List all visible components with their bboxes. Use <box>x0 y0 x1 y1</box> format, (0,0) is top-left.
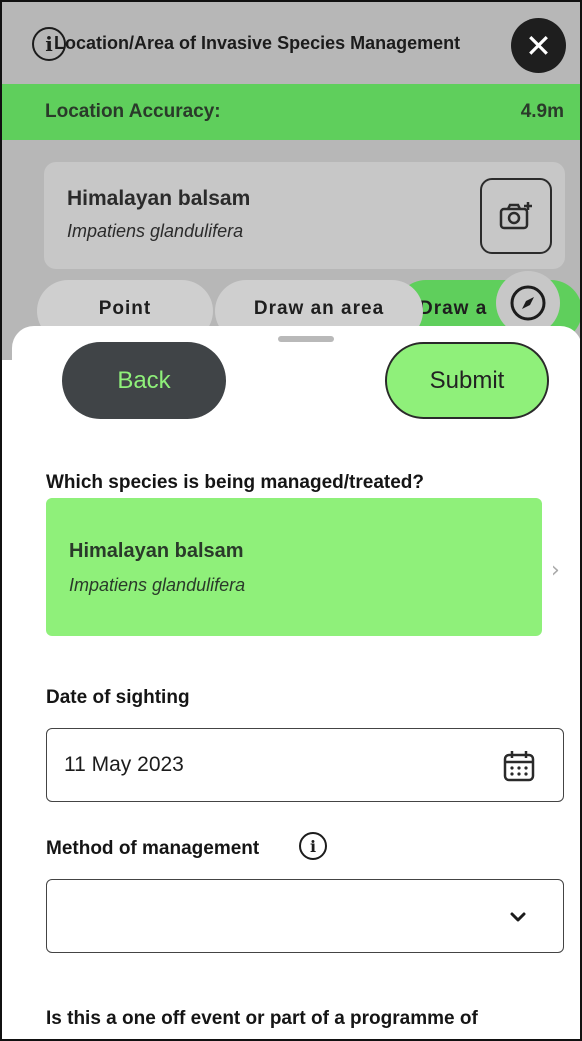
selected-species-card: Himalayan balsam Impatiens glandulifera <box>44 162 565 269</box>
method-info-icon[interactable]: i <box>299 832 327 860</box>
top-bar: i Location/Area of Invasive Species Mana… <box>0 0 582 84</box>
bottom-sheet: Back Submit Which species is being manag… <box>12 326 582 1041</box>
method-label: Method of management <box>46 838 260 859</box>
date-field[interactable]: 11 May 2023 <box>46 728 564 802</box>
species-question-label: Which species is being managed/treated? <box>46 472 424 493</box>
accuracy-value: 4.9m <box>520 101 564 122</box>
accuracy-label: Location Accuracy: <box>45 101 221 122</box>
species-selector[interactable]: Himalayan balsam Impatiens glandulifera <box>46 498 542 636</box>
calendar-icon[interactable] <box>502 749 536 783</box>
chevron-right-icon: › <box>551 558 560 583</box>
date-value: 11 May 2023 <box>64 753 184 776</box>
map-screen-background: i Location/Area of Invasive Species Mana… <box>0 0 582 360</box>
date-label: Date of sighting <box>46 687 190 708</box>
chevron-down-icon <box>510 912 526 922</box>
camera-add-icon <box>499 202 532 230</box>
selected-species-common-name: Himalayan balsam <box>69 540 244 562</box>
close-button[interactable]: ✕ <box>511 18 566 73</box>
species-common-name: Himalayan balsam <box>67 187 251 210</box>
submit-button[interactable]: Submit <box>385 342 549 419</box>
page-title: Location/Area of Invasive Species Manage… <box>54 33 461 53</box>
compass-icon <box>510 285 546 321</box>
sheet-drag-handle[interactable] <box>278 336 334 342</box>
programme-question-label: Is this a one off event or part of a pro… <box>46 1008 478 1029</box>
camera-button[interactable] <box>480 178 552 254</box>
close-icon: ✕ <box>525 26 552 65</box>
back-button[interactable]: Back <box>62 342 226 419</box>
species-latin-name: Impatiens glandulifera <box>67 221 244 241</box>
location-accuracy-bar: Location Accuracy: 4.9m <box>0 84 582 140</box>
selected-species-latin-name: Impatiens glandulifera <box>69 575 246 595</box>
method-dropdown[interactable] <box>46 879 564 953</box>
